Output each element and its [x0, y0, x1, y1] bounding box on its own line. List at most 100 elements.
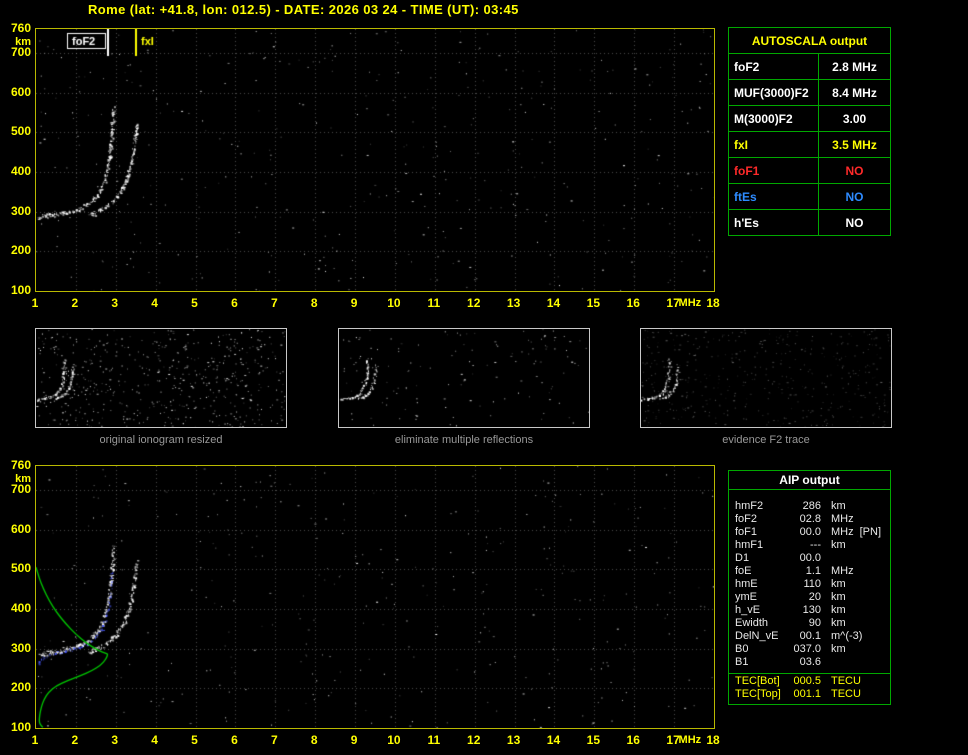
parameter-label-cell: foF1	[728, 157, 819, 184]
aip-row: ymE 20 km	[729, 591, 890, 604]
parameter-label-cell: h'Es	[728, 209, 819, 236]
parameter-label-cell: MUF(3000)F2	[728, 79, 819, 106]
aip-param-value: 130	[802, 604, 821, 616]
y-tick-label: 500	[10, 561, 31, 576]
parameter-value-cell: NO	[818, 183, 891, 210]
y-tick-label: 600	[10, 84, 31, 99]
aip-param-value: 00.1	[799, 630, 821, 642]
y-tick-label: 700	[10, 481, 31, 496]
aip-output-panel: AIP output hmF2 286 km foF2 02.8 MHz foF1 00.0 MH…	[728, 470, 891, 705]
thumbnail-canvas	[641, 329, 891, 427]
x-tick-label: 7	[270, 296, 278, 310]
x-tick-label: 8	[310, 733, 318, 747]
x-tick-label: 15	[586, 733, 601, 747]
aip-tec-name: TEC[Top]	[735, 688, 781, 700]
thumbnail-caption: original ionogram resized	[99, 434, 223, 446]
parameter-label-cell: M(3000)F2	[728, 105, 819, 132]
aip-param-unit: km	[831, 500, 846, 512]
y-tick-label: 400	[10, 163, 31, 178]
thumbnail-caption: eliminate multiple reflections	[394, 434, 534, 446]
aip-tec-value: 000.5	[793, 675, 821, 687]
aip-param-unit: MHz	[831, 526, 854, 538]
x-tick-label: 14	[546, 733, 561, 747]
aip-rows: hmF2 286 km foF2 02.8 MHz foF1 00.0 MHz [PN] hmF1 -…	[729, 490, 890, 669]
aip-param-name: foF1	[735, 526, 758, 538]
x-tick-label: 4	[151, 296, 158, 310]
y-tick-label: 200	[10, 243, 31, 258]
aip-param-unit: m^(-3)	[831, 630, 863, 642]
aip-param-value: 03.6	[799, 656, 821, 668]
autoscala-output-table: AUTOSCALA output foF2 2.8 MHz MUF(3000)F2 8.…	[728, 27, 891, 236]
aip-param-value: 1.1	[805, 565, 821, 577]
aip-param-unit: km	[831, 591, 846, 603]
aip-row: hmF2 286 km	[729, 500, 890, 513]
aip-param-value: 037.0	[793, 643, 821, 655]
aip-param-unit: MHz	[831, 513, 854, 525]
aip-row: foE 1.1 MHz	[729, 565, 890, 578]
aip-row: hmE 110 km	[729, 578, 890, 591]
x-tick-label: 16	[626, 296, 640, 310]
aip-param-value: 90	[808, 617, 821, 629]
aip-row: hmF1 --- km	[729, 539, 890, 552]
autoscala-row: M(3000)F2 3.00	[728, 105, 891, 132]
x-tick-label: 15	[586, 296, 601, 310]
aip-param-name: DelN_vE	[735, 630, 779, 642]
aip-param-value: ---	[810, 539, 821, 551]
x-tick-label: 1	[31, 733, 39, 747]
x-axis-unit-label: MHz	[678, 734, 702, 746]
aip-param-unit: MHz	[831, 565, 854, 577]
aip-param-name: foF2	[735, 513, 758, 525]
aip-param-name: hmF2	[735, 500, 764, 512]
aip-tec-name: TEC[Bot]	[735, 675, 780, 687]
aip-row: h_vE 130 km	[729, 604, 890, 617]
thumbnail-canvas	[339, 329, 589, 427]
y-tick-label: 760	[10, 458, 31, 472]
x-tick-label: 11	[427, 296, 441, 310]
aip-header: AIP output	[729, 471, 890, 490]
x-tick-label: 3	[111, 733, 119, 747]
x-tick-label: 16	[626, 733, 640, 747]
aip-param-unit: km	[831, 604, 846, 616]
x-tick-label: 1	[31, 296, 39, 310]
x-tick-label: 11	[427, 733, 441, 747]
parameter-value-cell: 3.5 MHz	[818, 131, 891, 158]
aip-param-name: D1	[735, 552, 750, 564]
x-tick-label: 18	[706, 733, 720, 747]
aip-tec-value: 001.1	[793, 688, 821, 700]
y-tick-label: 700	[10, 44, 31, 59]
aip-param-name: hmE	[735, 578, 758, 590]
parameter-value-cell: 3.00	[818, 105, 891, 132]
x-tick-label: 6	[231, 733, 238, 747]
processing-thumbnail	[338, 328, 590, 428]
aip-param-unit: km	[831, 643, 846, 655]
x-tick-label: 2	[71, 296, 79, 310]
x-tick-label: 6	[231, 296, 238, 310]
x-tick-label: 10	[387, 296, 401, 310]
x-tick-label: 18	[706, 296, 720, 310]
ionogram-canvas-top	[35, 28, 715, 292]
aip-param-unit	[821, 656, 831, 669]
autoscala-header-cell: AUTOSCALA output	[728, 27, 891, 54]
aip-param-name: Ewidth	[735, 617, 769, 629]
aip-tec-row: TEC[Bot] 000.5 TECU	[729, 675, 890, 688]
x-tick-label: 8	[310, 296, 318, 310]
x-axis-unit-label: MHz	[678, 297, 702, 309]
aip-param-value: 00.0	[799, 526, 821, 538]
aip-param-name: B1	[735, 656, 749, 668]
autoscala-header-row: AUTOSCALA output	[728, 27, 891, 54]
autoscala-row: h'Es NO	[728, 209, 891, 236]
aip-param-unit: km	[831, 578, 846, 590]
parameter-value-cell: 8.4 MHz	[818, 79, 891, 106]
parameter-label-cell: fxI	[728, 131, 819, 158]
parameter-value-cell: NO	[818, 209, 891, 236]
x-tick-label: 7	[270, 733, 278, 747]
aip-row: DelN_vE 00.1 m^(-3)	[729, 630, 890, 643]
autoscala-row: fxI 3.5 MHz	[728, 131, 891, 158]
y-tick-label: 200	[10, 680, 31, 695]
ionogram-canvas-bottom	[35, 465, 715, 729]
x-tick-label: 5	[191, 296, 198, 310]
station-date-title: Rome (lat: +41.8, lon: 012.5) - DATE: 20…	[88, 2, 519, 17]
aip-row: foF2 02.8 MHz	[729, 513, 890, 526]
x-tick-label: 3	[111, 296, 119, 310]
autoscala-row: foF1 NO	[728, 157, 891, 184]
